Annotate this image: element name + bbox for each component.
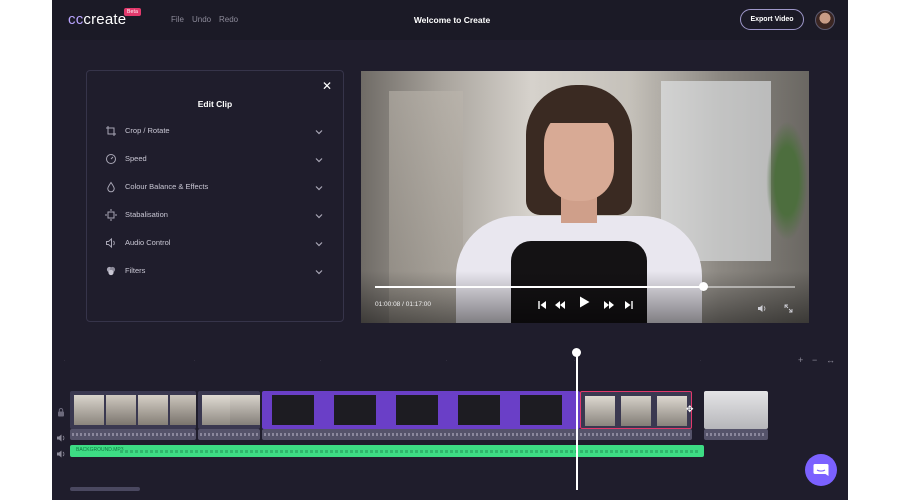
timeline-clip[interactable] bbox=[198, 391, 260, 429]
ruler-tick: · bbox=[320, 358, 322, 363]
skip-back-icon[interactable] bbox=[537, 297, 547, 315]
playback-progress-bar[interactable] bbox=[375, 282, 795, 291]
ruler-tick: · bbox=[446, 358, 448, 363]
background-music-track[interactable]: BACKGROUND.MP3 bbox=[70, 445, 704, 457]
background-plant bbox=[766, 121, 808, 241]
timecode: 01:00:08 / 01:17:00 bbox=[375, 301, 432, 308]
clip-audio[interactable] bbox=[70, 429, 196, 440]
chevron-down-icon bbox=[313, 209, 325, 221]
cccreate-logo[interactable]: cccreate Beta bbox=[68, 8, 142, 28]
chevron-down-icon bbox=[313, 153, 325, 165]
color-drop-icon bbox=[105, 181, 117, 193]
speaker-icon[interactable] bbox=[56, 430, 66, 442]
clip-thumbnail bbox=[520, 395, 562, 425]
ruler-tick: · bbox=[194, 358, 196, 363]
stabilise-icon bbox=[105, 209, 117, 221]
ruler-tick: · bbox=[64, 358, 66, 363]
export-video-button[interactable]: Export Video bbox=[740, 9, 804, 30]
fast-forward-icon[interactable] bbox=[603, 297, 615, 315]
playhead-handle[interactable] bbox=[572, 348, 581, 357]
zoom-in-icon[interactable]: + bbox=[798, 355, 803, 365]
option-speed[interactable]: Speed bbox=[105, 153, 327, 167]
chevron-down-icon bbox=[313, 237, 325, 249]
panel-title: Edit Clip bbox=[197, 99, 233, 109]
option-audio-control[interactable]: Audio Control bbox=[105, 237, 327, 251]
chevron-down-icon bbox=[313, 125, 325, 137]
option-label: Stabalisation bbox=[125, 210, 168, 219]
speaker-icon bbox=[105, 237, 117, 249]
playhead[interactable] bbox=[576, 352, 578, 490]
chevron-down-icon bbox=[313, 181, 325, 193]
user-avatar[interactable] bbox=[815, 10, 835, 30]
clip-thumbnail bbox=[334, 395, 376, 425]
editor-app: cccreate Beta File Undo Redo Welcome to C… bbox=[52, 0, 848, 500]
clip-thumbnail bbox=[458, 395, 500, 425]
presenter-bangs bbox=[539, 93, 619, 123]
clip-thumbnail bbox=[170, 395, 196, 425]
option-crop-rotate[interactable]: Crop / Rotate bbox=[105, 125, 327, 139]
speaker-icon[interactable] bbox=[56, 446, 66, 458]
selected-timeline-clip[interactable] bbox=[580, 391, 692, 429]
clip-thumbnail bbox=[106, 395, 136, 425]
crop-icon bbox=[105, 125, 117, 137]
option-label: Speed bbox=[125, 154, 147, 163]
option-stabalisation[interactable]: Stabalisation bbox=[105, 209, 327, 223]
clip-thumbnail bbox=[230, 395, 260, 425]
filters-icon bbox=[105, 265, 117, 277]
fit-timeline-icon[interactable]: ↔ bbox=[826, 355, 835, 365]
skip-forward-icon[interactable] bbox=[624, 297, 634, 315]
clip-audio[interactable] bbox=[704, 429, 768, 440]
progress-fill bbox=[375, 286, 703, 288]
close-icon[interactable]: ✕ bbox=[322, 79, 332, 93]
option-label: Audio Control bbox=[125, 238, 171, 247]
option-label: Crop / Rotate bbox=[125, 126, 170, 135]
clip-thumbnail bbox=[657, 396, 687, 426]
project-title: Welcome to Create bbox=[413, 15, 491, 25]
clip-thumbnail bbox=[272, 395, 314, 425]
option-label: Filters bbox=[125, 266, 146, 275]
volume-icon[interactable] bbox=[757, 300, 767, 318]
timeline-scrollbar[interactable] bbox=[70, 487, 140, 491]
timeline-clip[interactable] bbox=[704, 391, 768, 429]
clip-thumbnail bbox=[74, 395, 104, 425]
chat-button[interactable] bbox=[805, 454, 837, 486]
option-label: Colour Balance & Effects bbox=[125, 182, 209, 191]
chat-icon bbox=[813, 464, 829, 476]
clip-thumbnail bbox=[585, 396, 615, 426]
menu-file[interactable]: File bbox=[171, 15, 184, 24]
menu-undo[interactable]: Undo bbox=[192, 15, 211, 24]
clip-thumbnail bbox=[202, 395, 232, 425]
timeline-clip[interactable] bbox=[262, 391, 580, 429]
top-bar: cccreate Beta File Undo Redo Welcome to C… bbox=[52, 0, 848, 40]
lock-icon[interactable] bbox=[56, 404, 66, 417]
rewind-icon[interactable] bbox=[554, 297, 566, 315]
move-cursor-icon: ✥ bbox=[686, 404, 694, 414]
clip-audio[interactable] bbox=[262, 429, 692, 440]
option-filters[interactable]: Filters bbox=[105, 265, 327, 279]
edit-clip-panel: Edit Clip ✕ Crop / Rotate Speed Colour B… bbox=[86, 70, 344, 322]
timeline-ruler[interactable]: · · · · · · bbox=[52, 352, 848, 368]
clip-thumbnail bbox=[621, 396, 651, 426]
audio-track-name: BACKGROUND.MP3 bbox=[76, 447, 124, 453]
option-colour-balance[interactable]: Colour Balance & Effects bbox=[105, 181, 327, 195]
progress-handle[interactable] bbox=[698, 282, 708, 291]
speed-icon bbox=[105, 153, 117, 165]
chevron-down-icon bbox=[313, 265, 325, 277]
menu-redo[interactable]: Redo bbox=[219, 15, 238, 24]
timeline-clip[interactable] bbox=[70, 391, 196, 429]
clip-thumbnail bbox=[396, 395, 438, 425]
fullscreen-icon[interactable] bbox=[784, 300, 793, 318]
zoom-out-icon[interactable]: − bbox=[812, 355, 817, 365]
play-icon[interactable] bbox=[577, 295, 591, 314]
ruler-tick: · bbox=[700, 358, 702, 363]
beta-badge: Beta bbox=[124, 8, 142, 16]
clip-audio[interactable] bbox=[198, 429, 260, 440]
video-preview[interactable]: 01:00:08 / 01:17:00 bbox=[361, 71, 809, 323]
clip-thumbnail bbox=[138, 395, 168, 425]
